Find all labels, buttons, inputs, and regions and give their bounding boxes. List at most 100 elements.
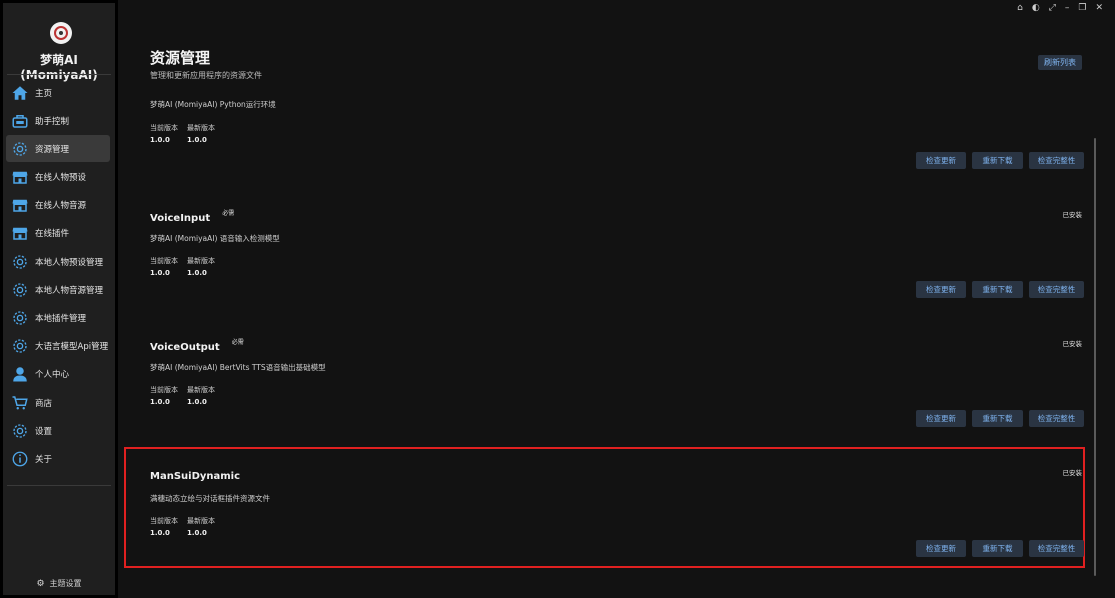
check-update-button[interactable]: 检查更新 (916, 152, 966, 169)
sidebar-divider (7, 74, 111, 75)
user-icon (11, 365, 29, 383)
redownload-button[interactable]: 重新下载 (972, 540, 1023, 557)
sidebar-item-label: 在线人物预设 (35, 173, 87, 184)
check-integrity-button[interactable]: 检查完整性 (1029, 281, 1084, 298)
resource-description: 梦萌AI (MomiyaAI) BertVits TTS语音输出基础模型 (150, 363, 326, 372)
current-version-label: 当前版本 (150, 124, 178, 132)
status-badge: 已安装 (1062, 211, 1083, 219)
sidebar-item-resource-management[interactable]: 资源管理 (6, 135, 110, 163)
sidebar-item-online-plugins[interactable]: 在线插件 (6, 220, 110, 247)
current-version-value: 1.0.0 (150, 529, 170, 537)
sidebar-item-local-plugins[interactable]: 本地插件管理 (6, 305, 110, 332)
redownload-button[interactable]: 重新下载 (972, 152, 1023, 169)
check-integrity-button[interactable]: 检查完整性 (1029, 540, 1084, 557)
minimize-icon[interactable]: – (1065, 3, 1070, 13)
close-icon[interactable]: ✕ (1095, 3, 1103, 13)
check-update-button[interactable]: 检查更新 (916, 281, 966, 298)
home-icon (11, 84, 29, 102)
check-update-button[interactable]: 检查更新 (916, 540, 966, 557)
sidebar-item-settings[interactable]: 设置 (6, 417, 110, 444)
current-version-value: 1.0.0 (150, 269, 170, 277)
sidebar-item-label: 大语言模型Api管理 (35, 342, 109, 353)
store-icon (11, 168, 29, 186)
sidebar-item-profile[interactable]: 个人中心 (6, 361, 110, 388)
status-badge: 已安装 (1062, 469, 1083, 477)
sidebar-item-label: 助手控制 (35, 116, 70, 127)
sidebar: 梦萌AI (MomiyaAI) 主页 助手控制 资源管理 在线人物预设 在线人物… (3, 3, 115, 595)
sidebar-divider (7, 485, 111, 486)
cart-icon (11, 394, 29, 412)
gear-icon: ⚙ (36, 578, 45, 589)
redownload-button[interactable]: 重新下载 (972, 410, 1023, 427)
page-subtitle: 管理和更新应用程序的资源文件 (150, 71, 262, 80)
app-name: 梦萌AI (MomiyaAI) (20, 53, 98, 82)
sidebar-item-local-presets[interactable]: 本地人物预设管理 (6, 248, 110, 275)
resource-actions: 检查更新 重新下载 检查完整性 (916, 152, 1084, 169)
resource-name: VoiceInput (150, 213, 211, 224)
sidebar-item-home[interactable]: 主页 (6, 79, 110, 106)
sidebar-item-store[interactable]: 商店 (6, 389, 110, 416)
sidebar-item-label: 关于 (35, 454, 53, 465)
resource-description: 梦萌AI (MomiyaAI) 语音输入检测模型 (150, 234, 280, 243)
sidebar-item-label: 在线插件 (35, 229, 70, 240)
redownload-button[interactable]: 重新下载 (972, 281, 1023, 298)
gear-icon (11, 140, 29, 158)
sidebar-item-assistant-control[interactable]: 助手控制 (6, 107, 110, 134)
gear-icon (11, 309, 29, 327)
sidebar-item-llm-api[interactable]: 大语言模型Api管理 (6, 333, 110, 360)
sidebar-item-label: 主页 (35, 88, 53, 99)
sidebar-item-local-voices[interactable]: 本地人物音源管理 (6, 276, 110, 303)
resource-actions: 检查更新 重新下载 检查完整性 (916, 281, 1084, 298)
sidebar-item-label: 本地人物音源管理 (35, 285, 104, 296)
restore-icon[interactable]: ❐ (1078, 3, 1086, 13)
fullscreen-icon[interactable]: ⤢ (1049, 3, 1056, 13)
gear-icon (11, 281, 29, 299)
latest-version-label: 最新版本 (187, 517, 215, 525)
sidebar-item-about[interactable]: 关于 (6, 445, 110, 472)
current-version-value: 1.0.0 (150, 136, 170, 144)
theme-toggle-icon[interactable]: ◐ (1032, 3, 1040, 13)
sidebar-item-online-presets[interactable]: 在线人物预设 (6, 164, 110, 191)
latest-version-label: 最新版本 (187, 386, 215, 394)
current-version-label: 当前版本 (150, 257, 178, 265)
store-icon (11, 224, 29, 242)
sidebar-item-label: 设置 (35, 426, 53, 437)
latest-version-value: 1.0.0 (187, 529, 207, 537)
resource-description: 满穗动态立绘与对话框插件资源文件 (150, 494, 270, 503)
scrollbar[interactable] (1094, 138, 1096, 576)
refresh-list-button[interactable]: 刷新列表 (1038, 55, 1082, 70)
theme-settings-button[interactable]: ⚙ 主题设置 (3, 578, 115, 589)
latest-version-label: 最新版本 (187, 257, 215, 265)
latest-version-value: 1.0.0 (187, 398, 207, 406)
required-badge: 必需 (231, 339, 244, 346)
sidebar-item-label: 资源管理 (35, 144, 70, 155)
theme-settings-label: 主题设置 (49, 579, 82, 588)
current-version-value: 1.0.0 (150, 398, 170, 406)
app-logo (50, 22, 72, 44)
sidebar-item-online-voices[interactable]: 在线人物音源 (6, 192, 110, 219)
latest-version-value: 1.0.0 (187, 269, 207, 277)
check-integrity-button[interactable]: 检查完整性 (1029, 152, 1084, 169)
current-version-label: 当前版本 (150, 517, 178, 525)
resource-card-python-env: 梦萌AI (MomiyaAI) Python运行环境 当前版本 最新版本 1.0… (150, 99, 1084, 144)
window-controls: ⌂ ◐ ⤢ – ❐ ✕ (1017, 3, 1103, 13)
required-badge: 必需 (222, 210, 235, 217)
sidebar-item-label: 在线人物音源 (35, 201, 87, 212)
status-badge: 已安装 (1062, 340, 1083, 348)
resource-card-voiceoutput: VoiceOutput 必需 已安装 梦萌AI (MomiyaAI) BertV… (150, 335, 1084, 406)
sidebar-item-label: 本地插件管理 (35, 314, 87, 324)
gear-icon (11, 422, 29, 440)
gear-icon (11, 337, 29, 355)
check-update-button[interactable]: 检查更新 (916, 410, 966, 427)
sidebar-item-label: 商店 (35, 398, 53, 409)
info-icon (11, 450, 29, 468)
resource-actions: 检查更新 重新下载 检查完整性 (916, 540, 1084, 557)
check-integrity-button[interactable]: 检查完整性 (1029, 410, 1084, 427)
page-title: 资源管理 (150, 49, 211, 67)
home-icon[interactable]: ⌂ (1017, 3, 1023, 13)
current-version-label: 当前版本 (150, 386, 178, 394)
resource-card-voiceinput: VoiceInput 必需 已安装 梦萌AI (MomiyaAI) 语音输入检测… (150, 206, 1084, 277)
sidebar-item-label: 本地人物预设管理 (35, 257, 104, 268)
resource-name: VoiceOutput (150, 342, 220, 353)
latest-version-value: 1.0.0 (187, 136, 207, 144)
